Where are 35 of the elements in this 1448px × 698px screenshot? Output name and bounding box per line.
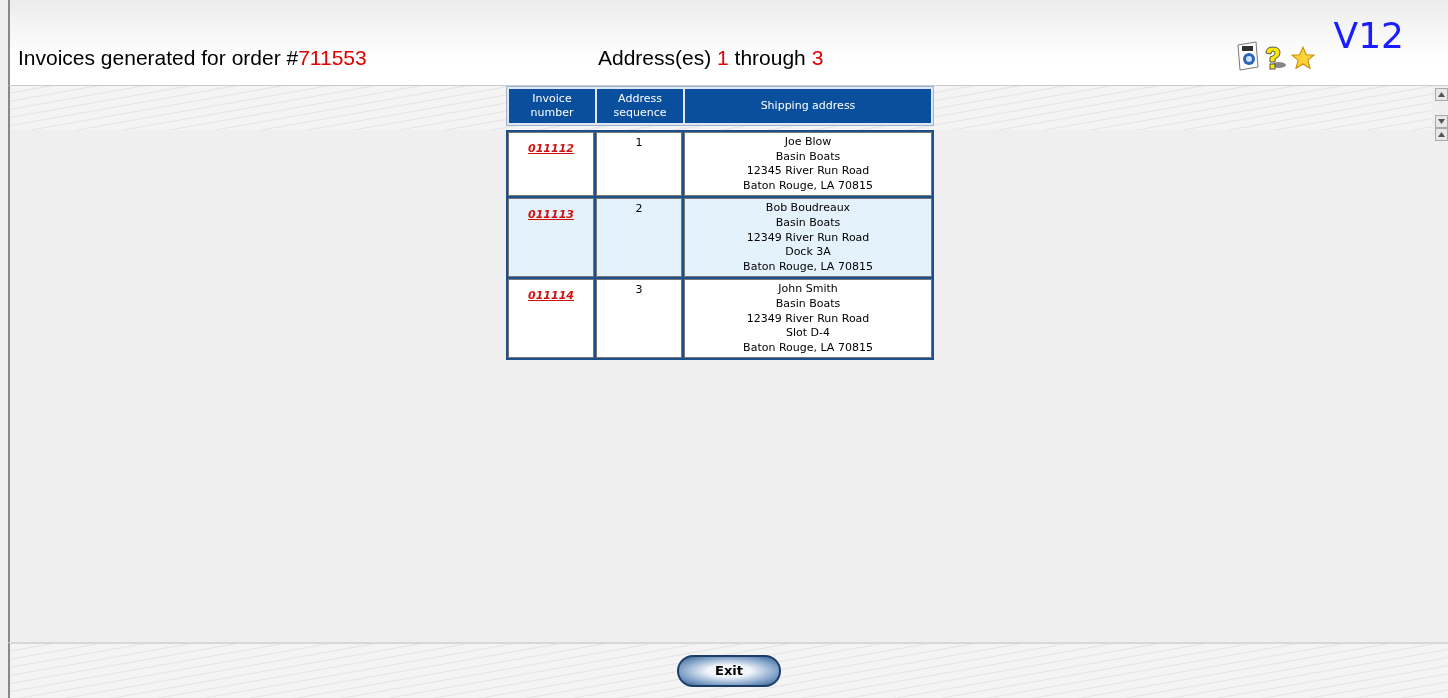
- address-line: Bob Boudreaux: [765, 201, 851, 216]
- version-label: V12: [1333, 18, 1404, 54]
- star-icon[interactable]: [1289, 45, 1316, 71]
- page-title: Invoices generated for order #711553: [18, 44, 368, 71]
- caret-down-icon: [1438, 119, 1445, 124]
- address-line: Baton Rouge, LA 70815: [743, 340, 873, 356]
- column-header: Invoice number: [509, 89, 595, 123]
- invoice-link[interactable]: 011114: [528, 289, 574, 303]
- address-line: John Smith: [778, 282, 838, 297]
- scroll-up-button[interactable]: [1435, 128, 1448, 141]
- menu-icon[interactable]: [1235, 41, 1260, 71]
- address-line: Dock 3A: [785, 245, 831, 260]
- address-line: 12345 River Run Road: [746, 164, 870, 179]
- scroll-up-button[interactable]: [1435, 88, 1448, 101]
- address-line: Baton Rouge, LA 70815: [743, 178, 873, 194]
- address-range: Address(es) 1 through 3: [598, 44, 824, 71]
- address-line: Joe Blow: [784, 135, 832, 150]
- address-line: Baton Rouge, LA 70815: [743, 259, 873, 275]
- address-line: 12349 River Run Road: [746, 230, 870, 246]
- address-line: Basin Boats: [775, 149, 841, 165]
- table-cell: 1: [596, 132, 682, 197]
- caret-up-icon: [1438, 92, 1445, 97]
- address-line: Basin Boats: [775, 296, 841, 312]
- address-line: 12349 River Run Road: [746, 311, 870, 327]
- caret-up-icon: [1438, 132, 1445, 137]
- address-line: Basin Boats: [775, 215, 841, 231]
- invoice-link[interactable]: 011112: [528, 142, 574, 155]
- column-header: Address sequence: [597, 89, 683, 123]
- table-cell: 2: [596, 198, 682, 278]
- table-cell: 3: [596, 279, 682, 359]
- column-header: Shipping address: [685, 89, 931, 123]
- invoice-link[interactable]: 011113: [528, 208, 574, 222]
- address-line: Slot D-4: [786, 326, 830, 341]
- scroll-down-button[interactable]: [1435, 115, 1448, 128]
- exit-button[interactable]: Exit: [677, 655, 781, 687]
